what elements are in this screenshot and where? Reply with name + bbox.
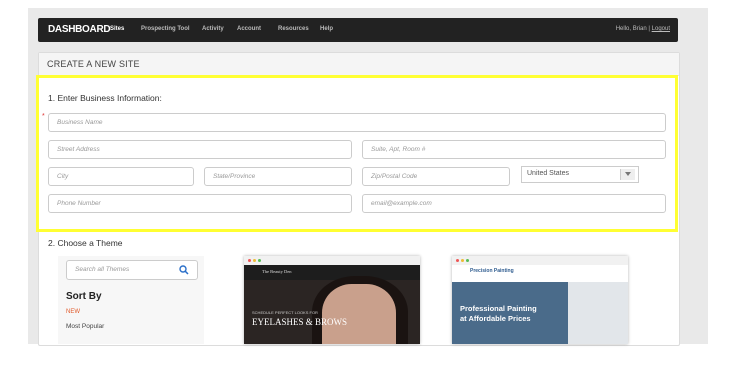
browser-bar bbox=[452, 256, 628, 265]
dot-icon bbox=[456, 259, 459, 262]
theme-thumbnail-beauty[interactable]: The Beauty Den SCHEDULE PERFECT LOOKS FO… bbox=[244, 256, 420, 344]
sort-option-new[interactable]: NEW bbox=[66, 309, 80, 315]
browser-bar bbox=[244, 256, 420, 265]
dot-icon bbox=[248, 259, 251, 262]
dot-icon bbox=[466, 259, 469, 262]
dot-icon bbox=[461, 259, 464, 262]
thumb-brand: Precision Painting bbox=[470, 268, 514, 274]
panel-title: CREATE A NEW SITE bbox=[47, 59, 140, 69]
hero-image-face bbox=[322, 284, 396, 344]
panel-header: CREATE A NEW SITE bbox=[39, 53, 679, 76]
thumb-brand: The Beauty Den bbox=[262, 269, 292, 274]
thumb-headline-line1: Professional Painting bbox=[460, 304, 537, 313]
theme-search-input[interactable]: Search all Themes bbox=[66, 260, 198, 280]
dashboard-brand[interactable]: DASHBOARD bbox=[48, 24, 111, 35]
dot-icon bbox=[253, 259, 256, 262]
sort-option-most-popular[interactable]: Most Popular bbox=[66, 323, 104, 330]
nav-activity[interactable]: Activity bbox=[202, 26, 224, 32]
user-greeting: Hello, Brian | Logout bbox=[616, 26, 670, 32]
greeting-text: Hello, Brian | bbox=[615, 26, 650, 32]
theme-thumbnail-painting[interactable]: Precision Painting Professional Painting… bbox=[452, 256, 628, 344]
theme-search-placeholder: Search all Themes bbox=[75, 266, 130, 273]
top-navbar: DASHBOARD Sites Prospecting Tool Activit… bbox=[38, 18, 678, 42]
choose-theme-heading: 2. Choose a Theme bbox=[48, 238, 123, 248]
thumb-headline: EYELASHES & BROWS bbox=[252, 317, 348, 327]
sort-by-label: Sort By bbox=[66, 291, 102, 302]
thumb-headline-line2: at Affordable Prices bbox=[460, 314, 531, 323]
search-icon[interactable] bbox=[179, 265, 189, 275]
nav-account[interactable]: Account bbox=[237, 26, 261, 32]
nav-prospecting-tool[interactable]: Prospecting Tool bbox=[141, 26, 190, 32]
thumb-tagline: SCHEDULE PERFECT LOOKS FOR bbox=[252, 310, 318, 315]
nav-sites[interactable]: Sites bbox=[110, 26, 124, 32]
logout-link[interactable]: Logout bbox=[652, 26, 670, 32]
nav-help[interactable]: Help bbox=[320, 26, 333, 32]
nav-resources[interactable]: Resources bbox=[278, 26, 309, 32]
hero-image-wall bbox=[568, 282, 628, 344]
highlight-box bbox=[36, 75, 678, 232]
dot-icon bbox=[258, 259, 261, 262]
